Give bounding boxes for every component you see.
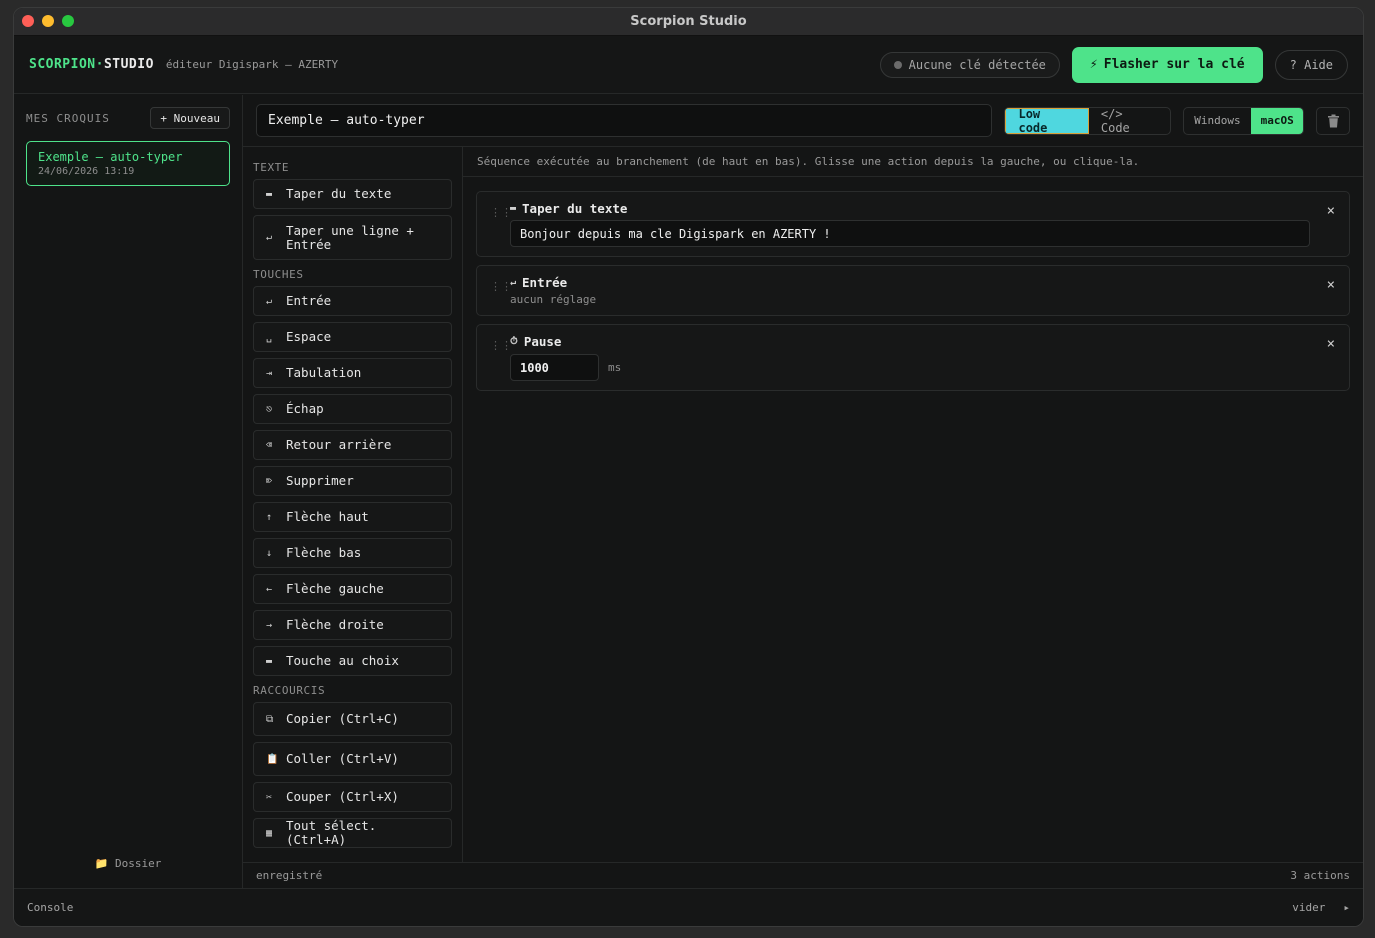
os-windows-tab[interactable]: Windows — [1184, 108, 1250, 134]
remove-action-button[interactable]: × — [1327, 203, 1335, 219]
palette-item-arrow-left[interactable]: ← Flèche gauche — [253, 574, 452, 604]
zoom-window-button[interactable] — [62, 15, 74, 27]
palette-item-type-text[interactable]: ▬ Taper du texte — [253, 179, 452, 209]
window-title: Scorpion Studio — [630, 14, 747, 29]
pause-unit-label: ms — [608, 361, 622, 374]
escape-icon: ⎋ — [266, 403, 273, 415]
sketch-date: 24/06/2026 13:19 — [38, 166, 135, 177]
sketch-item[interactable]: Exemple — auto-typer 24/06/2026 13:19 — [26, 141, 230, 186]
palette-item-escape[interactable]: ⎋ Échap — [253, 394, 452, 424]
device-status-text: Aucune clé détectée — [908, 57, 1046, 72]
backspace-icon: ⌫ — [266, 439, 273, 451]
drag-handle-icon[interactable]: ⋮⋮ — [490, 339, 512, 352]
action-card-pause[interactable]: ⋮⋮ × ⏱Pause ms — [476, 324, 1350, 391]
flash-label: Flasher sur la clé — [1103, 57, 1245, 72]
palette-item-enter[interactable]: ↵ Entrée — [253, 286, 452, 316]
flash-button[interactable]: ⚡ Flasher sur la clé — [1071, 46, 1263, 83]
palette-item-select-all[interactable]: ▦ Tout sélect. (Ctrl+A) — [253, 818, 452, 848]
sequence-list: ⋮⋮ × ▬Taper du texte ⋮⋮ × ↵Entrée aucun … — [463, 177, 1363, 862]
clipboard-icon: 📋 — [266, 753, 279, 765]
copy-icon: ⧉ — [266, 713, 274, 725]
arrow-up-icon: ↑ — [266, 511, 273, 523]
console-clear-button[interactable]: vider — [1292, 901, 1325, 914]
new-sketch-button[interactable]: + Nouveau — [150, 107, 230, 129]
action-card-type-text[interactable]: ⋮⋮ × ▬ Taper du texte — [476, 191, 1350, 257]
trash-icon — [1327, 114, 1339, 127]
app-subtitle: éditeur Digispark — AZERTY — [165, 58, 339, 71]
editor-footer: enregistré 3 actions — [243, 862, 1363, 888]
close-window-button[interactable] — [22, 15, 34, 27]
sequence-hint: Séquence exécutée au branchement (de hau… — [463, 147, 1363, 177]
app-header: SCORPION·STUDIO éditeur Digispark — AZER… — [14, 36, 1363, 94]
console-toggle-icon[interactable]: ▸ — [1343, 901, 1350, 914]
palette-item-arrow-up[interactable]: ↑ Flèche haut — [253, 502, 452, 532]
arrow-left-icon: ← — [266, 583, 273, 595]
action-title: Pause — [523, 334, 562, 349]
sketches-sidebar: MES CROQUIS + Nouveau Exemple — auto-typ… — [14, 95, 243, 888]
palette-item-cut[interactable]: ✂ Couper (Ctrl+X) — [253, 782, 452, 812]
sequence-canvas: Séquence exécutée au branchement (de hau… — [463, 147, 1363, 862]
app-window: Scorpion Studio SCORPION·STUDIO éditeur … — [13, 7, 1364, 927]
console-bar: Console vider ▸ — [14, 888, 1363, 926]
keyboard-icon: ▬ — [266, 188, 273, 200]
sketch-name: Exemple — auto-typer — [38, 150, 183, 164]
palette-item-backspace[interactable]: ⌫ Retour arrière — [253, 430, 452, 460]
palette-item-custom-key[interactable]: ▬ Touche au choix — [253, 646, 452, 676]
save-status: enregistré — [256, 869, 323, 882]
os-switch: Windows macOS — [1183, 106, 1305, 135]
brand-logo: SCORPION·STUDIO — [29, 57, 154, 72]
palette-section-title: TEXTE — [253, 161, 290, 174]
text-to-type-input[interactable] — [510, 220, 1310, 247]
status-dot-icon — [893, 60, 902, 69]
palette-item-type-line-enter[interactable]: ↵ Taper une ligne + Entrée — [253, 215, 452, 260]
action-card-enter[interactable]: ⋮⋮ × ↵ Entrée aucun réglage — [476, 265, 1350, 316]
palette-item-arrow-down[interactable]: ↓ Flèche bas — [253, 538, 452, 568]
open-folder-button[interactable]: 📁 Dossier — [14, 857, 242, 870]
tab-icon: ⇥ — [266, 367, 273, 379]
palette-item-space[interactable]: ␣ Espace — [253, 322, 452, 352]
device-status-badge: Aucune clé détectée — [879, 51, 1060, 78]
pause-duration-input[interactable] — [510, 354, 599, 381]
mode-switch: Low code </> Code — [1004, 106, 1172, 135]
palette-item-tab[interactable]: ⇥ Tabulation — [253, 358, 452, 388]
arrow-down-icon: ↓ — [266, 547, 273, 559]
arrow-right-icon: → — [266, 619, 273, 631]
minimize-window-button[interactable] — [42, 15, 54, 27]
return-icon: ↵ — [266, 232, 273, 243]
lowcode-mode-tab[interactable]: Low code — [1005, 107, 1089, 134]
action-count: 3 actions — [1290, 869, 1350, 882]
sidebar-title: MES CROQUIS — [26, 111, 110, 125]
palette-item-arrow-right[interactable]: → Flèche droite — [253, 610, 452, 640]
action-subtitle: aucun réglage — [510, 293, 597, 306]
drag-handle-icon[interactable]: ⋮⋮ — [490, 280, 512, 293]
os-macos-tab[interactable]: macOS — [1250, 107, 1304, 134]
remove-action-button[interactable]: × — [1327, 336, 1335, 352]
palette-item-copy[interactable]: ⧉ Copier (Ctrl+C) — [253, 702, 452, 736]
action-title: Taper du texte — [522, 201, 628, 216]
delete-icon: ⌦ — [266, 475, 273, 487]
drag-handle-icon[interactable]: ⋮⋮ — [490, 206, 512, 219]
title-bar: Scorpion Studio — [14, 8, 1363, 36]
keyboard-icon: ▬ — [266, 655, 273, 667]
select-all-icon: ▦ — [266, 827, 273, 839]
console-label[interactable]: Console — [27, 901, 73, 914]
palette-item-paste[interactable]: 📋 Coller (Ctrl+V) — [253, 742, 452, 776]
return-icon: ↵ — [266, 295, 273, 307]
palette-item-delete[interactable]: ⌦ Supprimer — [253, 466, 452, 496]
space-icon: ␣ — [266, 331, 273, 343]
code-mode-tab[interactable]: </> Code — [1089, 108, 1170, 134]
delete-sketch-button[interactable] — [1316, 106, 1350, 135]
help-button[interactable]: ? Aide — [1274, 49, 1348, 80]
lightning-icon: ⚡ — [1089, 57, 1098, 72]
action-palette: TEXTE ▬ Taper du texte ↵ Taper une ligne +… — [243, 147, 463, 862]
editor-toolbar: Low code </> Code Windows macOS — [243, 95, 1363, 147]
sketch-name-input[interactable] — [256, 104, 993, 137]
palette-section-title: RACCOURCIS — [253, 684, 326, 697]
scissors-icon: ✂ — [266, 791, 273, 803]
remove-action-button[interactable]: × — [1327, 277, 1335, 293]
window-controls — [22, 15, 74, 27]
action-title: Entrée — [522, 275, 568, 290]
palette-section-title: TOUCHES — [253, 268, 304, 281]
